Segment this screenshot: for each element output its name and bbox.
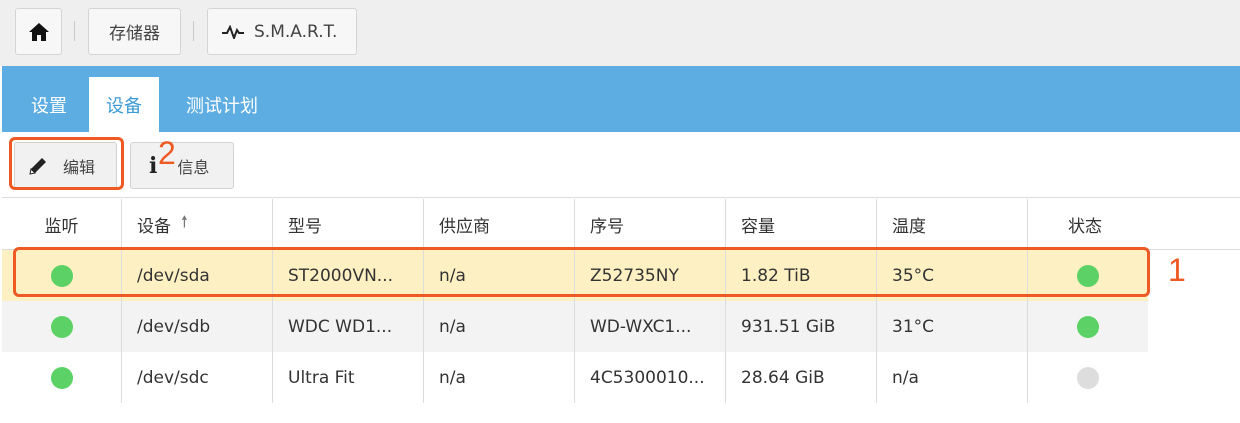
status-cell	[1028, 250, 1148, 301]
device-cell: /dev/sdb	[122, 301, 273, 352]
breadcrumb-separator	[193, 21, 194, 41]
vendor-cell: n/a	[424, 301, 575, 352]
device-cell: /dev/sda	[122, 250, 273, 301]
tab-settings-label: 设置	[31, 95, 67, 117]
home-icon	[28, 22, 49, 41]
monitor-status-dot	[50, 366, 73, 389]
temperature-cell: 31°C	[877, 301, 1028, 352]
tab-devices-label: 设备	[106, 95, 142, 117]
column-header-model[interactable]: 型号	[273, 199, 424, 249]
breadcrumb-separator	[74, 21, 75, 41]
column-header-vendor[interactable]: 供应商	[424, 199, 575, 249]
column-header-label: 温度	[892, 216, 926, 237]
temperature-cell: n/a	[877, 352, 1028, 403]
breadcrumb-smart-label: S.M.A.R.T.	[254, 21, 338, 42]
tab-devices[interactable]: 设备	[89, 77, 159, 132]
home-button[interactable]	[15, 8, 62, 55]
pulse-icon	[222, 24, 244, 39]
vendor-cell: n/a	[424, 250, 575, 301]
status-dot	[1077, 264, 1099, 287]
monitor-status-dot	[50, 264, 73, 287]
tab-bar: 设置 设备 测试计划	[2, 66, 1240, 132]
annotation-number-2: 2	[158, 135, 176, 171]
column-header-monitor[interactable]: 监听	[2, 199, 122, 249]
status-dot	[1077, 315, 1099, 338]
monitor-status-dot	[50, 315, 73, 338]
info-icon: i	[149, 152, 158, 179]
capacity-cell: 931.51 GiB	[726, 301, 877, 352]
breadcrumb-storage-label: 存储器	[109, 24, 160, 44]
table-row[interactable]: /dev/sdb WDC WD1... n/a WD-WXC1... 931.5…	[2, 301, 1148, 352]
column-header-label: 设备	[137, 216, 171, 237]
status-cell	[1028, 352, 1148, 403]
column-header-label: 型号	[288, 216, 322, 237]
tab-settings[interactable]: 设置	[16, 77, 82, 132]
column-header-capacity[interactable]: 容量	[726, 199, 877, 249]
sort-ascending-icon: 🠕	[181, 211, 188, 231]
table-row[interactable]: /dev/sdc Ultra Fit n/a 4C5300010... 28.6…	[2, 352, 1148, 403]
column-header-status[interactable]: 状态	[1028, 199, 1240, 249]
toolbar: 编辑 i 信息	[2, 132, 1240, 198]
column-header-label: 监听	[44, 216, 79, 237]
tab-schedule-label: 测试计划	[186, 95, 258, 117]
annotation-number-1: 1	[1168, 252, 1186, 288]
column-header-temperature[interactable]: 温度	[877, 199, 1028, 249]
monitor-cell	[2, 352, 122, 403]
column-header-device[interactable]: 设备 🠕	[122, 199, 273, 249]
serial-cell: Z52735NY	[575, 250, 726, 301]
breadcrumb-storage[interactable]: 存储器	[88, 8, 181, 55]
serial-cell: WD-WXC1...	[575, 301, 726, 352]
pencil-icon	[29, 157, 46, 175]
column-header-label: 序号	[590, 216, 624, 237]
table-row[interactable]: /dev/sda ST2000VN... n/a Z52735NY 1.82 T…	[2, 250, 1148, 301]
model-cell: Ultra Fit	[273, 352, 424, 403]
edit-button[interactable]: 编辑	[14, 142, 117, 189]
device-cell: /dev/sdc	[122, 352, 273, 403]
serial-cell: 4C5300010...	[575, 352, 726, 403]
table-header: 监听 设备 🠕 型号 供应商 序号 容量 温度 状态	[2, 199, 1240, 250]
column-header-label: 容量	[741, 216, 775, 237]
column-header-serial[interactable]: 序号	[575, 199, 726, 249]
status-dot	[1077, 366, 1099, 389]
column-header-label: 状态	[1068, 216, 1102, 237]
model-cell: ST2000VN...	[273, 250, 424, 301]
model-cell: WDC WD1...	[273, 301, 424, 352]
capacity-cell: 1.82 TiB	[726, 250, 877, 301]
breadcrumb-smart[interactable]: S.M.A.R.T.	[207, 8, 357, 55]
temperature-cell: 35°C	[877, 250, 1028, 301]
vendor-cell: n/a	[424, 352, 575, 403]
monitor-cell	[2, 301, 122, 352]
column-header-label: 供应商	[439, 216, 490, 237]
capacity-cell: 28.64 GiB	[726, 352, 877, 403]
monitor-cell	[2, 250, 122, 301]
info-button[interactable]: i 信息	[130, 142, 234, 189]
breadcrumb: 存储器 S.M.A.R.T.	[0, 0, 1240, 66]
tab-schedule[interactable]: 测试计划	[167, 77, 277, 132]
status-cell	[1028, 301, 1148, 352]
info-button-label: 信息	[177, 157, 210, 177]
edit-button-label: 编辑	[63, 157, 96, 177]
